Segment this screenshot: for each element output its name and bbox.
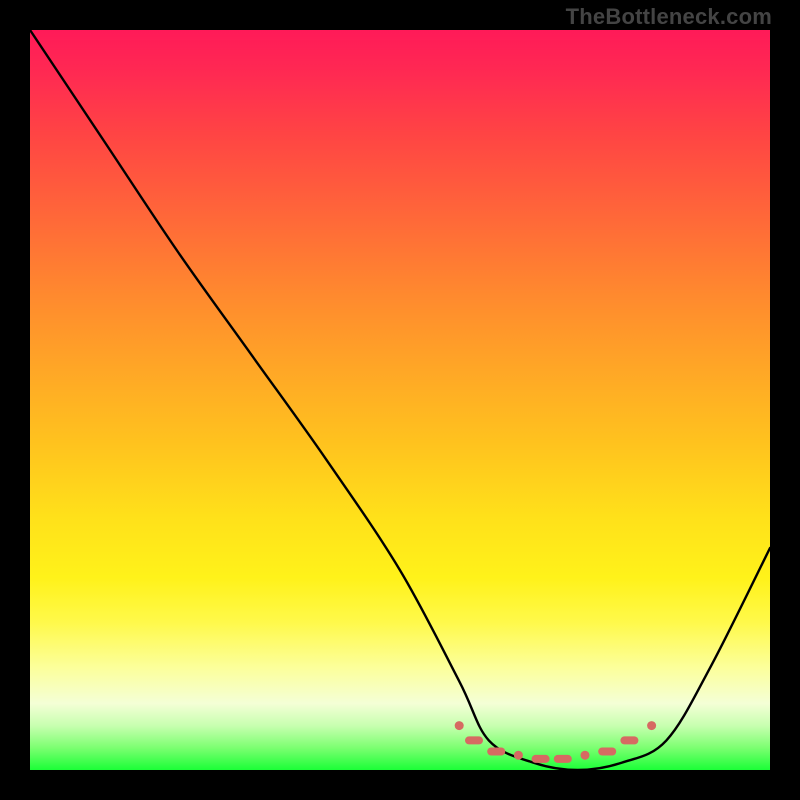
optimal-dot xyxy=(514,751,523,760)
bottleneck-curve-line xyxy=(30,30,770,770)
optimal-dash xyxy=(598,748,616,756)
optimal-dot xyxy=(455,721,464,730)
chart-plot-area xyxy=(30,30,770,770)
optimal-dash xyxy=(532,755,550,763)
optimal-dash xyxy=(465,736,483,744)
watermark-text: TheBottleneck.com xyxy=(566,4,772,30)
optimal-dot xyxy=(647,721,656,730)
optimal-dash xyxy=(620,736,638,744)
optimal-dot xyxy=(581,751,590,760)
optimal-range-dots xyxy=(455,721,656,763)
optimal-dash xyxy=(487,748,505,756)
chart-svg-layer xyxy=(30,30,770,770)
optimal-dash xyxy=(554,755,572,763)
